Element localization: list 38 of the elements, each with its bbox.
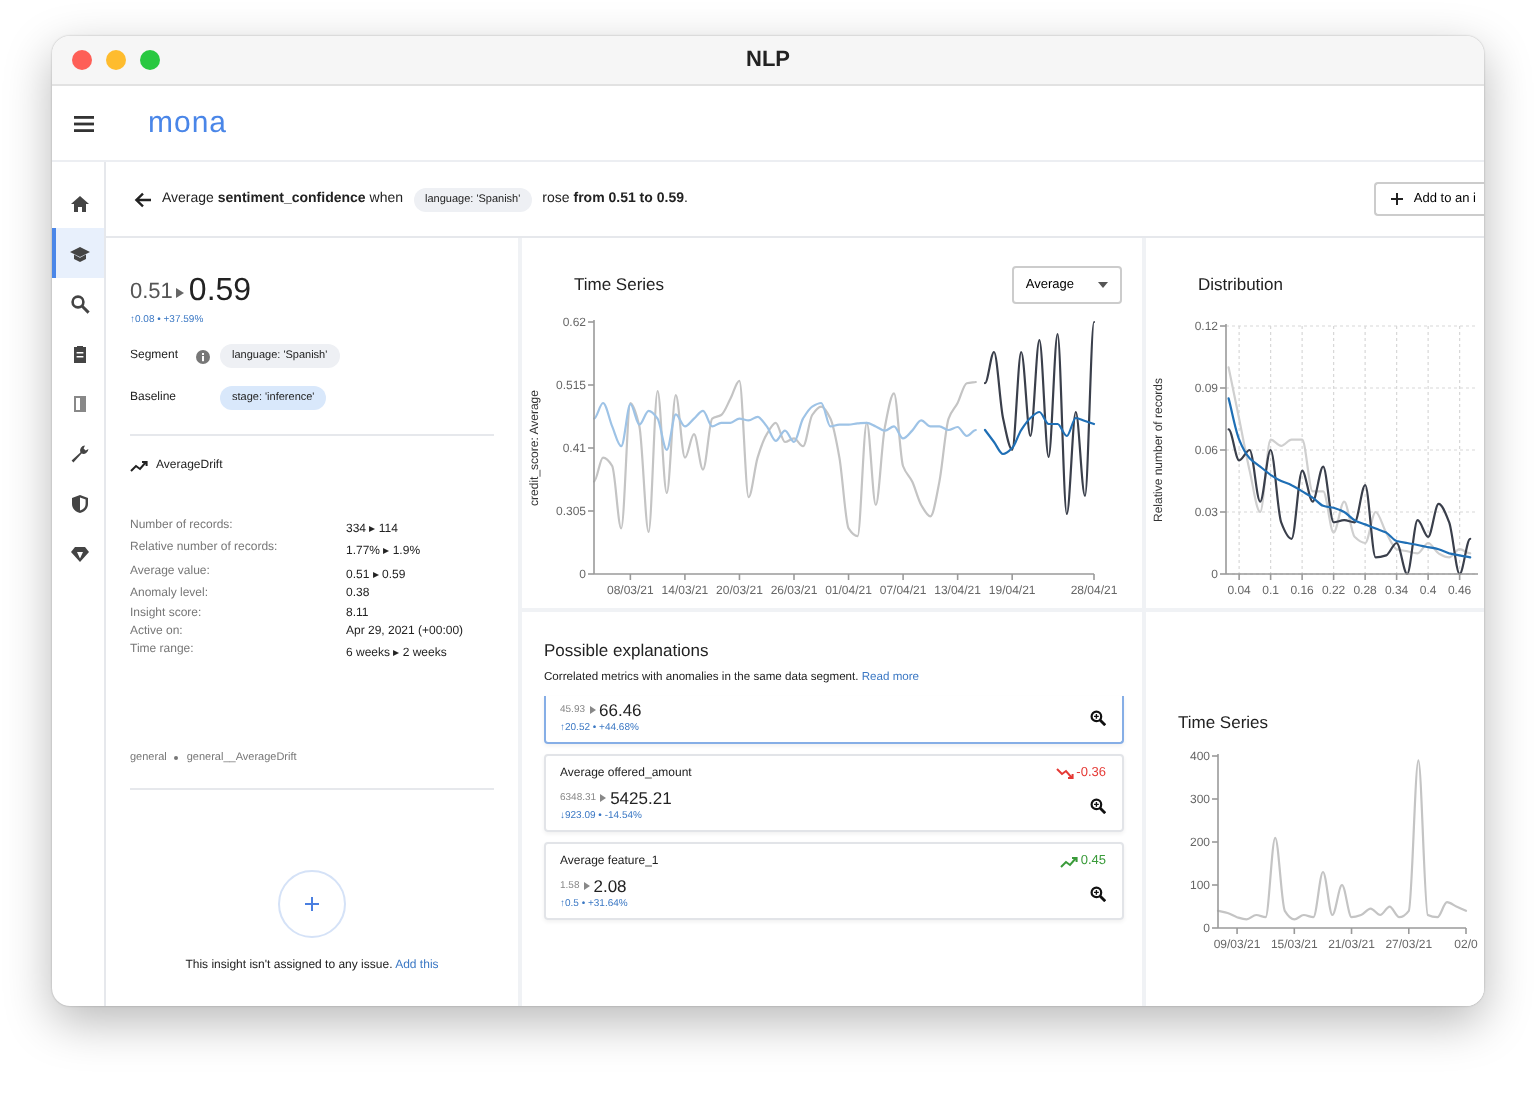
previous-value: 0.51 xyxy=(130,280,173,304)
plus-icon xyxy=(304,896,320,913)
shield-icon xyxy=(70,493,90,513)
caret-icon xyxy=(1098,281,1108,287)
current-value: 0.59 xyxy=(188,274,252,310)
current-value: 2.08 xyxy=(593,876,627,896)
arrow-right-icon xyxy=(600,794,607,802)
panel-title: Possible explanations xyxy=(544,640,711,660)
panel-title: Time Series xyxy=(1178,712,1271,732)
logo: mona xyxy=(148,106,228,140)
document-icon xyxy=(70,393,90,413)
clipboard-icon xyxy=(70,343,90,363)
menu-icon[interactable] xyxy=(74,115,94,131)
diamond-icon xyxy=(70,543,90,563)
current-value: 5425.21 xyxy=(610,788,672,808)
panel-title: Time Series xyxy=(574,274,665,294)
close-button[interactable] xyxy=(72,50,92,70)
zoom-in-icon[interactable] xyxy=(1090,885,1106,901)
trend-up-icon xyxy=(130,460,148,472)
graduation-cap-icon xyxy=(70,243,90,263)
trend-up-icon xyxy=(1060,855,1079,867)
panel-title: Distribution xyxy=(1198,274,1284,294)
info-icon[interactable] xyxy=(196,349,210,363)
zoom-in-icon[interactable] xyxy=(1090,709,1106,725)
search-icon xyxy=(70,293,90,313)
zoom-in-icon[interactable] xyxy=(1090,797,1106,813)
arrow-right-icon xyxy=(589,706,596,714)
school-nav-item[interactable] xyxy=(52,228,104,278)
trend-down-icon xyxy=(1056,767,1075,779)
arrow-right-icon xyxy=(176,287,185,297)
bullet-icon xyxy=(174,756,179,761)
home-icon xyxy=(70,193,90,213)
arrow-right-icon xyxy=(583,882,590,890)
plus-icon xyxy=(1389,192,1404,206)
wrench-icon xyxy=(70,443,90,463)
current-value: 66.46 xyxy=(599,700,642,720)
back-arrow-icon[interactable] xyxy=(134,191,152,207)
window-title: NLP xyxy=(746,48,790,72)
